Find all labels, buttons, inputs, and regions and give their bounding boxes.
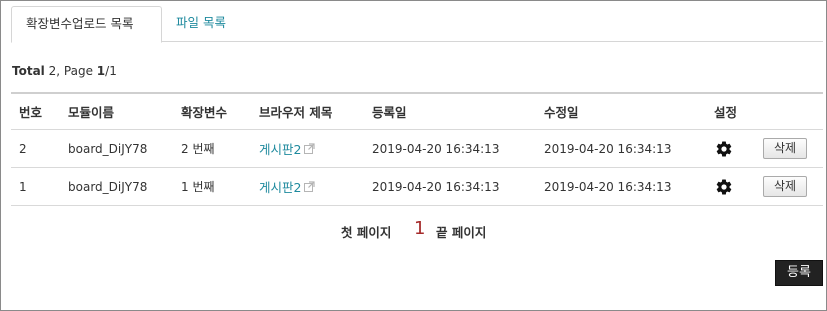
table-row: 1 board_DiJY78 1 번째 게시판2 2019-04-20 16:3…: [11, 168, 823, 206]
delete-button[interactable]: 삭제: [763, 176, 808, 197]
header-extra-var: 확장변수: [181, 105, 228, 120]
page-frame: 확장변수업로드 목록 파일 목록 Total 2, Page 1/1 번호 모듈…: [0, 0, 827, 311]
row-number: 1: [19, 179, 27, 194]
tab-label: 확장변수업로드 목록: [26, 16, 134, 31]
header-number: 번호: [19, 105, 43, 120]
tab-bar: 확장변수업로드 목록 파일 목록: [11, 6, 823, 43]
row-modified: 2019-04-20 16:34:13: [544, 179, 672, 194]
row-extra-var: 1 번째: [181, 180, 215, 194]
browser-title-link[interactable]: 게시판2: [259, 139, 301, 158]
row-settings: [714, 130, 733, 167]
header-modified: 수정일: [544, 105, 579, 120]
gear-icon[interactable]: [715, 140, 733, 158]
first-page-link[interactable]: 첫 페이지: [341, 222, 391, 241]
total-label: Total: [12, 64, 45, 78]
gear-icon[interactable]: [715, 178, 733, 196]
row-module-name: board_DiJY78: [68, 179, 148, 194]
header-module-name: 모듈이름: [68, 105, 115, 120]
row-number: 2: [19, 141, 27, 156]
page-total: /1: [105, 64, 117, 78]
summary-comma: ,: [56, 64, 64, 78]
row-modified: 2019-04-20 16:34:13: [544, 141, 672, 156]
tab-file-list[interactable]: 파일 목록: [162, 6, 240, 42]
row-extra-var: 2 번째: [181, 142, 215, 156]
tab-extra-var-upload-list[interactable]: 확장변수업로드 목록: [11, 6, 162, 43]
header-browser-title: 브라우저 제목: [259, 105, 333, 120]
row-browser-title: 게시판2: [259, 168, 316, 205]
row-registered: 2019-04-20 16:34:13: [372, 141, 500, 156]
delete-button[interactable]: 삭제: [763, 138, 808, 159]
row-delete: 삭제: [763, 130, 808, 167]
table-row: 2 board_DiJY78 2 번째 게시판2 2019-04-20 16:3…: [11, 130, 823, 168]
row-settings: [714, 168, 733, 205]
page-current: 1: [96, 64, 106, 78]
page-label: Page: [63, 64, 93, 78]
row-delete: 삭제: [763, 168, 808, 205]
external-link-icon[interactable]: [304, 181, 316, 192]
external-link-icon[interactable]: [304, 143, 316, 154]
current-page: 1: [414, 218, 426, 239]
list-summary: Total 2, Page 1/1: [12, 64, 117, 78]
last-page-link[interactable]: 끝 페이지: [436, 222, 486, 241]
tab-label: 파일 목록: [176, 15, 226, 30]
header-registered: 등록일: [372, 105, 407, 120]
table-header-row: 번호 모듈이름 확장변수 브라우저 제목 등록일 수정일 설정: [11, 94, 823, 130]
row-registered: 2019-04-20 16:34:13: [372, 179, 500, 194]
header-settings: 설정: [714, 105, 738, 120]
row-module-name: board_DiJY78: [68, 141, 148, 156]
row-browser-title: 게시판2: [259, 130, 316, 167]
register-button[interactable]: 등록: [775, 260, 823, 286]
browser-title-link[interactable]: 게시판2: [259, 177, 301, 196]
